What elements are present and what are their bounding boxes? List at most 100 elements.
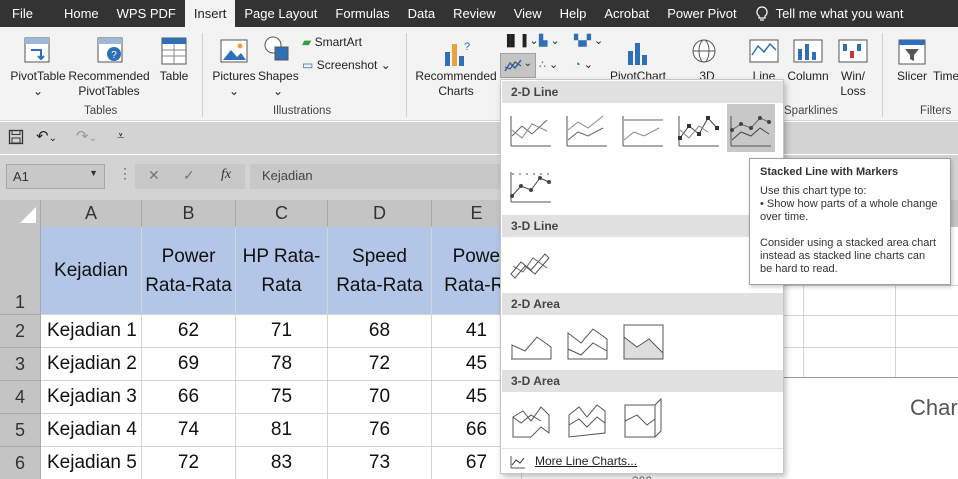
row-header-6[interactable]: 6 [0,447,41,479]
menu-page-layout[interactable]: Page Layout [235,0,326,27]
row-header-1[interactable]: 1 [0,227,41,315]
chart-thumb-stacked-line[interactable] [563,104,611,152]
menu-data[interactable]: Data [399,0,444,27]
chart-thumb-100-stacked-line[interactable] [619,104,667,152]
header-cell[interactable]: Power Rata-Rata [142,227,236,315]
name-box[interactable]: A1 ▼ [6,164,105,189]
menu-home[interactable]: Home [55,0,108,27]
menu-formulas[interactable]: Formulas [326,0,398,27]
value-cell[interactable]: 66 [142,381,236,414]
value-cell[interactable]: 76 [328,414,432,447]
column-header-c[interactable]: C [236,200,328,227]
kejadian-cell[interactable]: Kejadian 2 [41,348,142,381]
recommended-pivottables-button[interactable]: Recommended PivotTables [68,69,150,99]
menu-acrobat[interactable]: Acrobat [595,0,658,27]
table-button[interactable]: Table [156,69,192,84]
chevron-down-icon[interactable]: ▼ [89,168,98,178]
column-header-b[interactable]: B [142,200,236,227]
value-cell[interactable]: 75 [236,381,328,414]
column-header-a[interactable]: A [41,200,142,227]
sparklines-group-label: Sparklines [784,105,838,117]
header-cell[interactable]: Kejadian [41,227,142,315]
value-cell[interactable]: 70 [328,381,432,414]
recommended-charts-button[interactable]: Recommended Charts [414,69,498,99]
chart-thumb-area[interactable] [507,317,555,365]
sparkline-winloss-button[interactable]: Win/Loss [838,69,868,99]
menu-insert[interactable]: Insert [184,0,236,27]
undo-icon[interactable]: ↶⌄ [36,127,57,145]
redo-icon[interactable]: ↷⌄ [76,127,97,145]
chart-thumb-3d-area[interactable] [507,393,555,441]
3d-map-icon [692,39,716,63]
kejadian-cell[interactable]: Kejadian 3 [41,381,142,414]
chart-thumb-3d-100-stacked-area[interactable] [619,393,667,441]
menu-view[interactable]: View [505,0,551,27]
pie-chart-dropdown[interactable]: ◔ ⌄ [574,58,593,73]
value-cell[interactable]: 83 [236,447,328,479]
screenshot-button[interactable]: ▭ Screenshot ⌄ [302,58,391,73]
shapes-button[interactable]: Shapes ⌄ [258,69,299,99]
value-cell[interactable]: 72 [142,447,236,479]
pictures-button[interactable]: Pictures ⌄ [210,69,258,99]
smartart-button[interactable]: ▰ SmartArt [302,35,362,50]
enter-icon[interactable]: ✓ [183,167,195,184]
value-cell[interactable]: 81 [236,414,328,447]
value-cell[interactable]: 62 [142,315,236,348]
scatter-chart-dropdown[interactable]: ∴ ⌄ [539,58,558,73]
value-cell[interactable]: 69 [142,348,236,381]
chart-thumb-stacked-area[interactable] [563,317,611,365]
chart-thumb-3d-line[interactable] [507,238,555,286]
row-header-5[interactable]: 5 [0,414,41,447]
value-cell[interactable]: 78 [236,348,328,381]
timeline-button[interactable]: Time [933,69,958,84]
select-all-button[interactable] [0,200,41,227]
customize-qat-icon[interactable]: ⩡ [117,128,124,144]
tell-me-search[interactable]: Tell me what you want [746,0,913,27]
kejadian-cell[interactable]: Kejadian 1 [41,315,142,348]
hierarchy-chart-dropdown[interactable]: ▙ ⌄ [539,34,560,49]
menu-wps-pdf[interactable]: WPS PDF [108,0,185,27]
header-cell[interactable]: Speed Rata-Rata [328,227,432,315]
slicer-button[interactable]: Slicer [894,69,930,84]
chart-thumb-line[interactable] [507,104,555,152]
row-header-2[interactable]: 2 [0,315,41,348]
chart-thumb-3d-stacked-area[interactable] [563,393,611,441]
row-header-3[interactable]: 3 [0,348,41,381]
chart-thumb-100-stacked-line-markers[interactable] [507,160,555,208]
value-cell[interactable]: 71 [236,315,328,348]
tables-group-label: Tables [84,105,118,117]
menu-file[interactable]: File [0,0,55,27]
pivotchart-icon [628,43,647,65]
sparkline-line-icon [749,39,779,63]
chart-thumb-stacked-line-markers[interactable] [727,104,775,152]
section-3d-line: 3-D Line [502,215,783,237]
tell-me-label: Tell me what you want [775,6,904,21]
formula-input[interactable]: Kejadian [250,164,510,189]
sparkline-winloss-icon [838,39,868,63]
more-line-charts-link[interactable]: More Line Charts... [502,448,783,474]
chart-thumb-line-markers[interactable] [675,104,723,152]
chart-border [784,377,958,378]
value-cell[interactable]: 68 [328,315,432,348]
save-icon[interactable] [8,129,24,149]
menu-help[interactable]: Help [551,0,596,27]
value-cell[interactable]: 72 [328,348,432,381]
line-chart-dropdown[interactable]: ⌄ [500,53,536,78]
header-cell[interactable]: HP Rata-Rata [236,227,328,315]
value-cell[interactable]: 74 [142,414,236,447]
insert-function-icon[interactable]: fx [221,167,231,183]
menu-power-pivot[interactable]: Power Pivot [658,0,745,27]
kejadian-cell[interactable]: Kejadian 5 [41,447,142,479]
cancel-icon[interactable]: ✕ [148,167,160,184]
kejadian-cell[interactable]: Kejadian 4 [41,414,142,447]
value-cell[interactable]: 73 [328,447,432,479]
sparkline-column-button[interactable]: Column [784,69,832,84]
menu-review[interactable]: Review [444,0,505,27]
pivottable-button[interactable]: PivotTable ⌄ [9,69,67,99]
chart-title-fragment[interactable]: Char [910,395,958,421]
column-chart-dropdown[interactable]: ▐▌▐ ⌄ [503,34,539,49]
column-header-d[interactable]: D [328,200,432,227]
statistic-chart-dropdown[interactable]: ▚▞ ⌄ [574,34,603,49]
row-header-4[interactable]: 4 [0,381,41,414]
chart-thumb-100-stacked-area[interactable] [619,317,667,365]
